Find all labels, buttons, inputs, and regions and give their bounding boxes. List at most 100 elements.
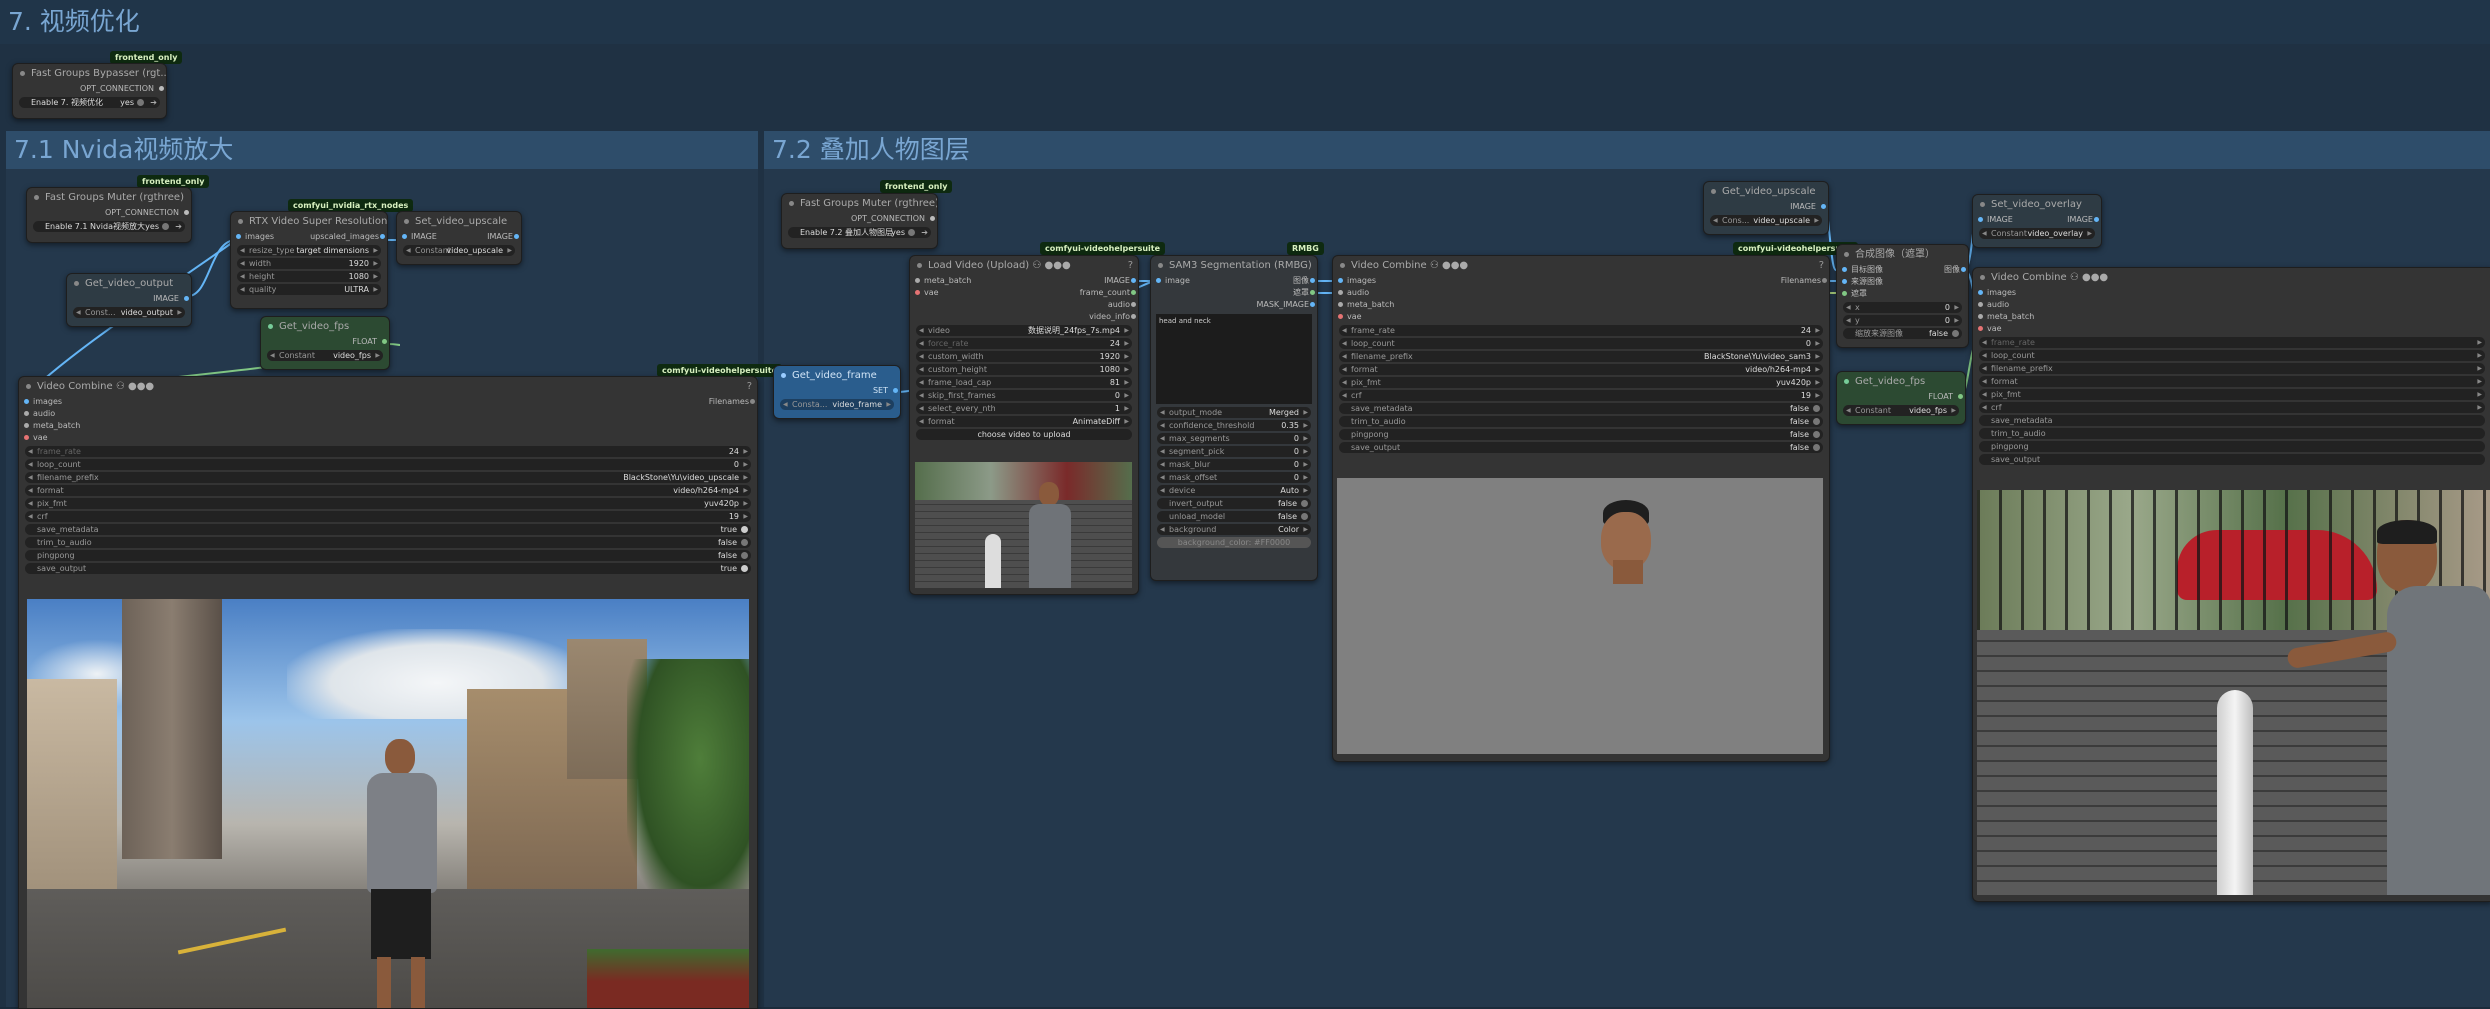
save-output-toggle[interactable]: save_output false	[1339, 442, 1823, 453]
input-slot[interactable]	[915, 290, 920, 295]
output-slot[interactable]	[930, 216, 935, 221]
input-slot[interactable]	[1978, 217, 1983, 222]
output-slot[interactable]	[1310, 290, 1315, 295]
output-slot[interactable]	[184, 210, 189, 215]
pingpong-toggle[interactable]: pingpong	[1979, 441, 2485, 452]
output-slot[interactable]	[184, 296, 189, 301]
unload-model-toggle[interactable]: unload_model false	[1157, 511, 1311, 522]
output-slot[interactable]	[380, 234, 385, 239]
input-slot[interactable]	[1338, 278, 1343, 283]
crf-widget[interactable]: crf	[1979, 402, 2485, 413]
mask-offset-widget[interactable]: mask_offset0	[1157, 472, 1311, 483]
video-combine-node-overlay[interactable]: Video Combine ⚇ ●●● images audio meta_ba…	[1972, 267, 2490, 902]
select-every-nth-widget[interactable]: select_every_nth1	[916, 403, 1132, 414]
save-metadata-toggle[interactable]: save_metadata true	[25, 524, 751, 535]
loop-count-widget[interactable]: loop_count	[1979, 350, 2485, 361]
input-slot[interactable]	[24, 435, 29, 440]
sam3-segmentation-node[interactable]: SAM3 Segmentation (RMBG) image 图像 遮罩 MASK…	[1150, 255, 1318, 581]
collapse-dot[interactable]	[781, 373, 786, 378]
constant-widget[interactable]: Cons...video_upscale	[1710, 215, 1822, 226]
custom-height-widget[interactable]: custom_height1080	[916, 364, 1132, 375]
collapse-dot[interactable]	[789, 201, 794, 206]
format-widget[interactable]: formatvideo/h264-mp4	[1339, 364, 1823, 375]
trim-to-audio-toggle[interactable]: trim_to_audio false	[25, 537, 751, 548]
trim-to-audio-toggle[interactable]: trim_to_audio false	[1339, 416, 1823, 427]
output-slot[interactable]	[1131, 278, 1136, 283]
collapse-dot[interactable]	[1158, 263, 1163, 268]
input-slot[interactable]	[1978, 326, 1983, 331]
y-widget[interactable]: y0	[1843, 315, 1962, 326]
pix-fmt-widget[interactable]: pix_fmt	[1979, 389, 2485, 400]
custom-width-widget[interactable]: custom_width1920	[916, 351, 1132, 362]
output-slot[interactable]	[1131, 314, 1136, 319]
frame-rate-widget[interactable]: frame_rate24	[25, 446, 751, 457]
input-slot[interactable]	[236, 234, 241, 239]
video-select[interactable]: video数据说明_24fps_7s.mp4	[916, 325, 1132, 336]
video-combine-node-sam3[interactable]: Video Combine ⚇ ●●●? images Filenames aud…	[1332, 255, 1830, 762]
fast-groups-muter-node[interactable]: Fast Groups Muter (rgthree) OPT_CONNECTI…	[26, 187, 192, 243]
height-widget[interactable]: height1080	[237, 271, 381, 282]
filename-prefix-widget[interactable]: filename_prefixBlackStone\Yu\video_upsca…	[25, 472, 751, 483]
output-slot[interactable]	[1822, 278, 1827, 283]
width-widget[interactable]: width1920	[237, 258, 381, 269]
set-video-overlay-node[interactable]: Set_video_overlay IMAGEIMAGE Constantvid…	[1972, 194, 2102, 248]
output-slot[interactable]	[1958, 394, 1963, 399]
output-slot[interactable]	[1961, 267, 1966, 272]
output-slot[interactable]	[514, 234, 519, 239]
collapse-dot[interactable]	[1844, 252, 1849, 257]
collapse-dot[interactable]	[238, 219, 243, 224]
collapse-dot[interactable]	[1844, 379, 1849, 384]
input-slot[interactable]	[1338, 314, 1343, 319]
enable-toggle[interactable]: Enable 7.1 Nvida视频放大 yes ➔	[33, 221, 185, 232]
collapse-dot[interactable]	[404, 219, 409, 224]
quality-widget[interactable]: qualityULTRA	[237, 284, 381, 295]
input-slot[interactable]	[1978, 290, 1983, 295]
pingpong-toggle[interactable]: pingpong false	[25, 550, 751, 561]
collapse-dot[interactable]	[1980, 202, 1985, 207]
filename-prefix-widget[interactable]: filename_prefixBlackStone\Yu\video_sam3	[1339, 351, 1823, 362]
pix-fmt-widget[interactable]: pix_fmtyuv420p	[1339, 377, 1823, 388]
collapse-dot[interactable]	[268, 324, 273, 329]
loop-count-widget[interactable]: loop_count0	[25, 459, 751, 470]
enable-toggle[interactable]: Enable 7.2 叠加人物图层 yes ➔	[788, 227, 931, 238]
output-slot[interactable]	[1821, 204, 1826, 209]
force-rate-widget[interactable]: force_rate24	[916, 338, 1132, 349]
loop-count-widget[interactable]: loop_count0	[1339, 338, 1823, 349]
get-video-frame-node[interactable]: Get_video_frame SET Consta...video_frame	[773, 365, 901, 419]
image-composite-masked-node[interactable]: 合成图像（遮罩） 目标图像图像 来源图像 遮罩 x0 y0 缩放来源图像fals…	[1836, 244, 1969, 348]
input-slot[interactable]	[1156, 278, 1161, 283]
input-slot[interactable]	[1842, 279, 1847, 284]
resize-source-toggle[interactable]: 缩放来源图像 false	[1843, 328, 1962, 339]
input-slot[interactable]	[1978, 314, 1983, 319]
arrow-right-icon[interactable]: ➔	[921, 227, 928, 238]
input-slot[interactable]	[402, 234, 407, 239]
get-video-upscale-node[interactable]: Get_video_upscale IMAGE Cons...video_ups…	[1703, 181, 1829, 235]
mask-blur-widget[interactable]: mask_blur0	[1157, 459, 1311, 470]
output-mode-widget[interactable]: output_modeMerged	[1157, 407, 1311, 418]
help-icon[interactable]: ?	[1819, 256, 1824, 275]
format-widget[interactable]: format	[1979, 376, 2485, 387]
device-widget[interactable]: deviceAuto	[1157, 485, 1311, 496]
x-widget[interactable]: x0	[1843, 302, 1962, 313]
frame-rate-widget[interactable]: frame_rate	[1979, 337, 2485, 348]
prompt-textarea[interactable]: head and neck	[1156, 314, 1312, 404]
output-slot[interactable]	[1310, 278, 1315, 283]
background-color-widget[interactable]: background_color: #FF0000	[1157, 537, 1311, 548]
help-icon[interactable]: ?	[1128, 256, 1133, 275]
input-slot[interactable]	[1978, 302, 1983, 307]
max-segments-widget[interactable]: max_segments0	[1157, 433, 1311, 444]
collapse-dot[interactable]	[1340, 263, 1345, 268]
input-slot[interactable]	[24, 423, 29, 428]
output-slot[interactable]	[382, 339, 387, 344]
format-widget[interactable]: formatAnimateDiff	[916, 416, 1132, 427]
collapse-dot[interactable]	[1711, 189, 1716, 194]
output-slot[interactable]	[750, 399, 755, 404]
frame-load-cap-widget[interactable]: frame_load_cap81	[916, 377, 1132, 388]
load-video-node[interactable]: Load Video (Upload) ⚇ ●●●? meta_batch IMA…	[909, 255, 1139, 595]
save-output-toggle[interactable]: save_output true	[25, 563, 751, 574]
confidence-threshold-widget[interactable]: confidence_threshold0.35	[1157, 420, 1311, 431]
collapse-dot[interactable]	[26, 384, 31, 389]
get-video-fps-node[interactable]: Get_video_fps FLOAT Constantvideo_fps	[260, 316, 390, 370]
set-video-upscale-node[interactable]: Set_video_upscale IMAGEIMAGE Constantvid…	[396, 211, 522, 265]
pix-fmt-widget[interactable]: pix_fmtyuv420p	[25, 498, 751, 509]
